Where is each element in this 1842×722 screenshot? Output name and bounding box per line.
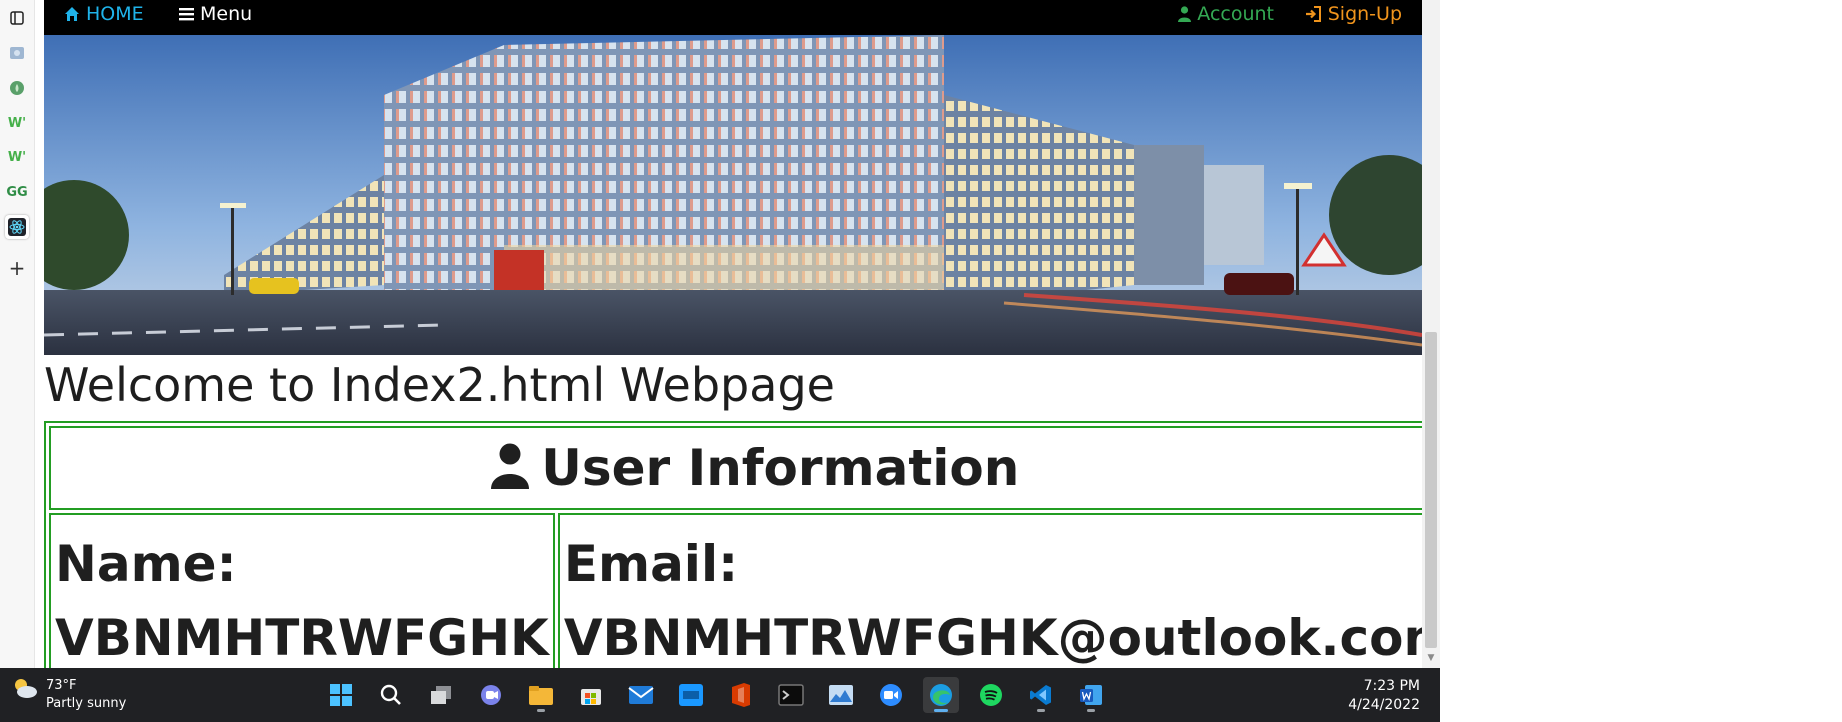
system-clock[interactable]: 7:23 PM 4/24/2022 xyxy=(1348,677,1420,715)
user-icon xyxy=(1178,6,1192,22)
user-information-table: User Information Name: VBNMHTRWFGHK Emai… xyxy=(44,421,1422,668)
react-tab-icon[interactable] xyxy=(5,215,29,239)
chat-icon[interactable] xyxy=(473,677,509,713)
plant-tab-icon[interactable] xyxy=(5,76,29,100)
web-page-viewport: HOME Menu Account Sign-Up Welcome to Ind… xyxy=(44,0,1422,668)
zoom-icon[interactable] xyxy=(873,677,909,713)
weather-widget[interactable]: 73°F Partly sunny xyxy=(12,677,126,713)
microsoft-store-icon[interactable] xyxy=(573,677,609,713)
hamburger-icon xyxy=(179,8,194,21)
search-icon[interactable] xyxy=(373,677,409,713)
clock-time: 7:23 PM xyxy=(1363,678,1420,694)
scrollbar-thumb[interactable] xyxy=(1425,332,1437,648)
page-title: Welcome to Index2.html Webpage xyxy=(44,358,835,412)
account-link[interactable]: Account xyxy=(1178,0,1274,28)
name-value: VBNMHTRWFGHK xyxy=(55,609,549,667)
w-logo-tab-icon[interactable]: W' xyxy=(5,145,29,169)
account-link-label: Account xyxy=(1197,3,1274,25)
file-explorer-icon[interactable] xyxy=(523,677,559,713)
w-logo-tab-icon[interactable]: W' xyxy=(5,111,29,135)
running-indicator xyxy=(537,709,545,712)
add-tab-icon[interactable]: + xyxy=(5,256,29,280)
task-view-icon[interactable] xyxy=(423,677,459,713)
user-icon xyxy=(491,443,530,489)
edge-icon[interactable] xyxy=(923,677,959,713)
clock-date: 4/24/2022 xyxy=(1348,697,1420,713)
vertical-scrollbar[interactable]: ▼ xyxy=(1422,0,1440,668)
browser-vertical-tabs: W' W' GG + xyxy=(0,0,35,668)
windows-taskbar: 73°F Partly sunny 7:23 PM 4/24/2022 xyxy=(0,668,1440,722)
tab-actions-icon[interactable] xyxy=(5,6,29,30)
running-indicator xyxy=(1037,709,1045,712)
signup-link-label: Sign-Up xyxy=(1327,3,1402,25)
geeksforgeeks-tab-icon[interactable]: GG xyxy=(5,180,29,204)
menu-button[interactable]: Menu xyxy=(179,0,252,28)
email-value: VBNMHTRWFGHK@outlook.com xyxy=(563,609,1422,667)
running-indicator xyxy=(1087,709,1095,712)
name-label: Name: xyxy=(55,535,237,593)
home-link-label: HOME xyxy=(86,3,144,25)
hero-building-image xyxy=(44,35,1422,355)
scroll-down-arrow-icon[interactable]: ▼ xyxy=(1425,652,1437,664)
email-cell: Email: VBNMHTRWFGHK@outlook.com xyxy=(557,513,1422,668)
spotify-icon[interactable] xyxy=(973,677,1009,713)
prime-video-icon[interactable] xyxy=(673,677,709,713)
name-cell: Name: VBNMHTRWFGHK xyxy=(49,513,555,668)
partly-sunny-icon xyxy=(15,679,37,698)
photos-icon[interactable] xyxy=(823,677,859,713)
user-information-title: User Information xyxy=(541,439,1020,497)
top-navbar: HOME Menu Account Sign-Up xyxy=(44,0,1422,35)
user-information-header: User Information xyxy=(49,426,1422,510)
weather-temperature: 73°F xyxy=(46,678,77,693)
terminal-icon[interactable] xyxy=(773,677,809,713)
menu-button-label: Menu xyxy=(200,3,253,25)
email-label: Email: xyxy=(563,535,739,593)
signup-link[interactable]: Sign-Up xyxy=(1305,0,1402,28)
active-indicator xyxy=(934,709,948,712)
weather-condition: Partly sunny xyxy=(46,696,127,711)
desktop-blank-area xyxy=(1440,0,1842,722)
windows-start-icon[interactable] xyxy=(323,677,359,713)
mail-icon[interactable] xyxy=(623,677,659,713)
word-icon[interactable] xyxy=(1073,677,1109,713)
gallery-tab-icon[interactable] xyxy=(5,41,29,65)
office-icon[interactable] xyxy=(723,677,759,713)
home-icon xyxy=(65,7,79,21)
sign-in-icon xyxy=(1305,6,1321,22)
vscode-icon[interactable] xyxy=(1023,677,1059,713)
home-link[interactable]: HOME xyxy=(64,0,144,28)
